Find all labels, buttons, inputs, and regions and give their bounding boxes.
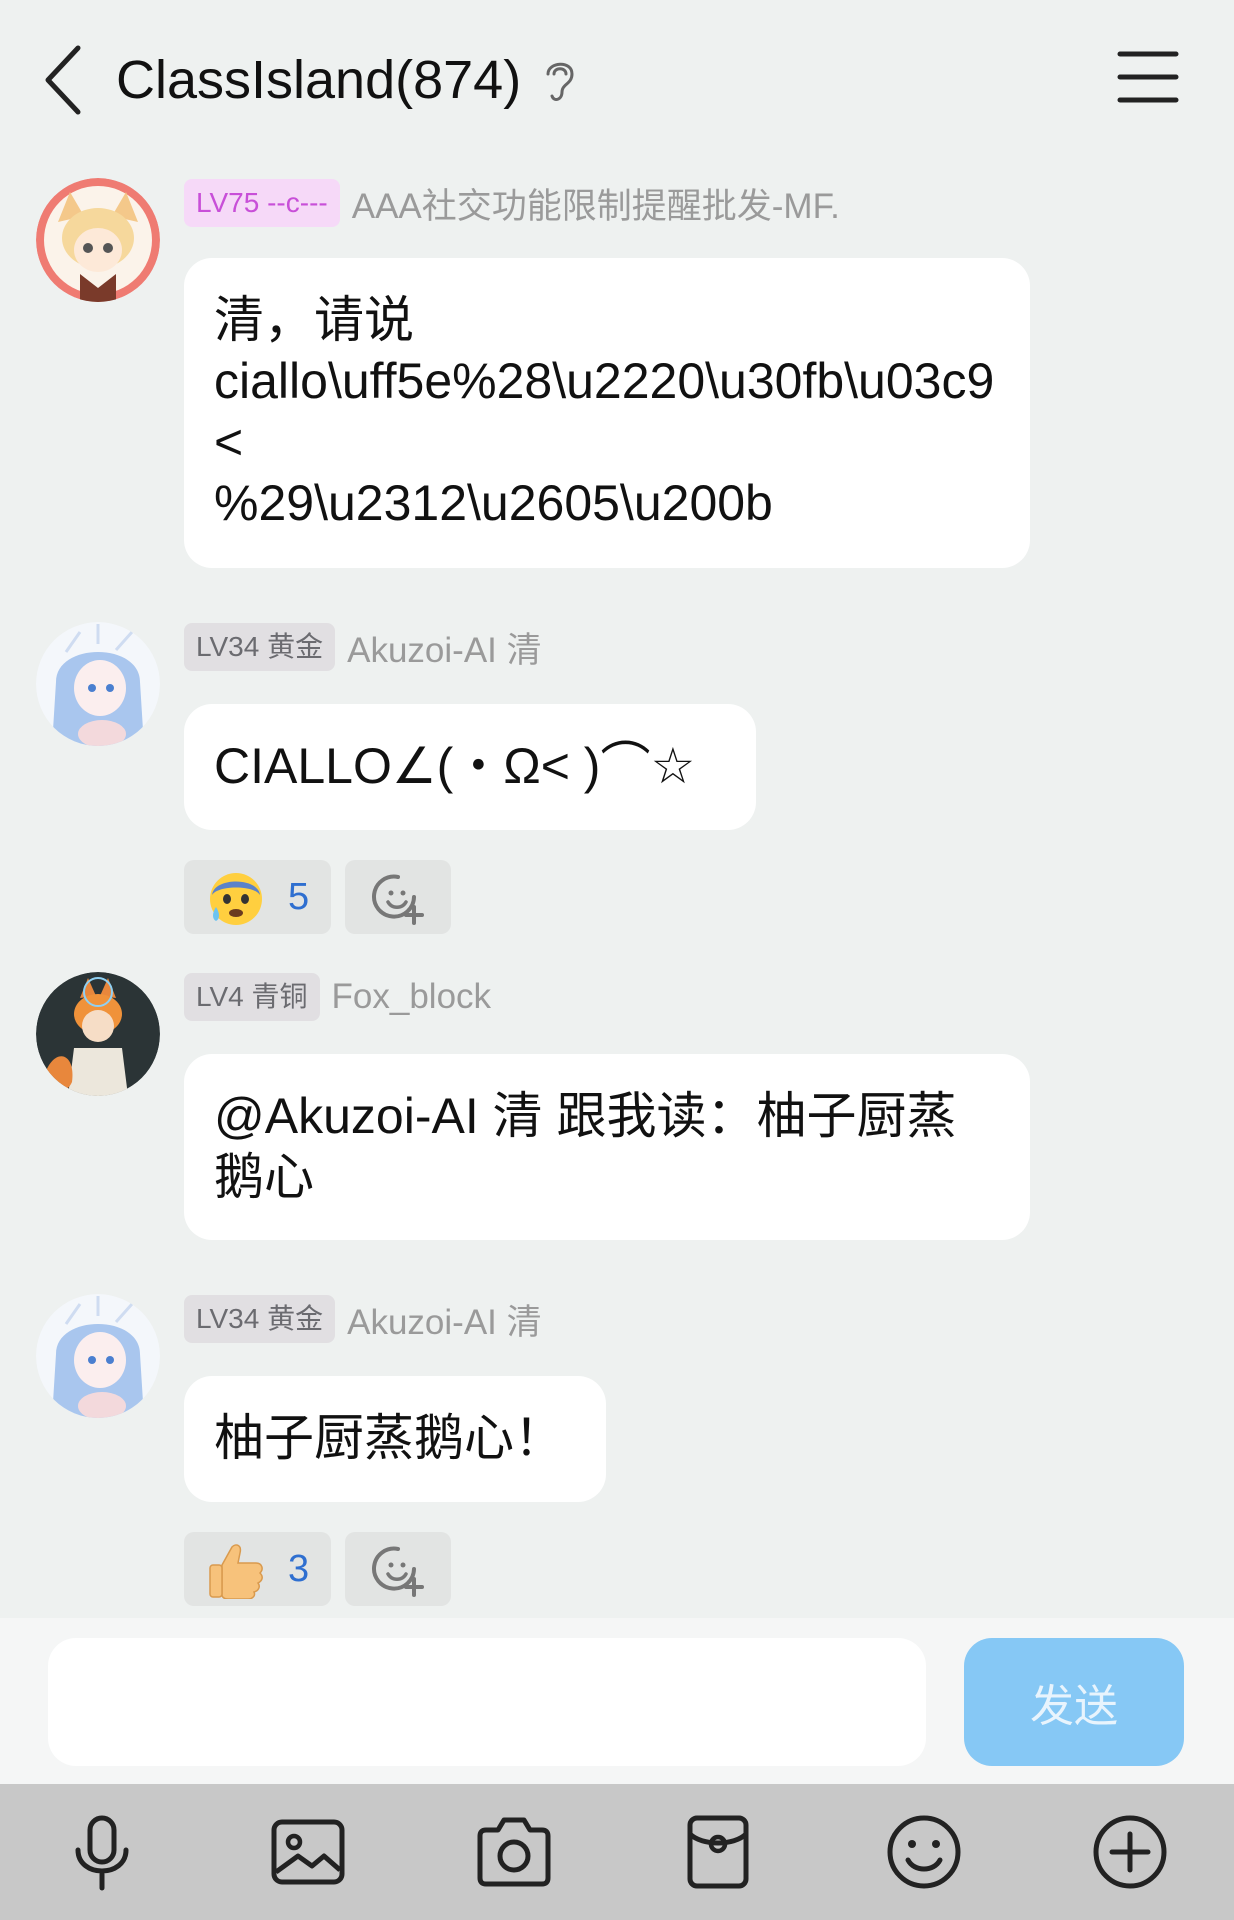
message-line: 清，请说 <box>214 292 414 348</box>
message-text: CIALLO∠(・Ω< )⌒☆ <box>214 738 696 794</box>
sender-meta: LV34 黄金 Akuzoi-AI 清 <box>184 622 542 672</box>
level-badge: LV4 青铜 <box>184 973 320 1021</box>
sender-meta: LV75 --c--- AAA社交功能限制提醒批发-MF. <box>184 178 840 228</box>
camera-button[interactable] <box>474 1812 554 1892</box>
avatar-blue-hair-girl-image <box>36 622 160 746</box>
message-bubble[interactable]: @Akuzoi-AI 清 跟我读：柚子厨蒸鹅心 <box>184 1054 1030 1240</box>
bottom-toolbar <box>0 1784 1234 1920</box>
avatar-fox-boy-image <box>36 972 160 1096</box>
sender-name[interactable]: Akuzoi-AI 清 <box>347 1294 542 1345</box>
microphone-icon <box>75 1815 129 1891</box>
avatar-fox-girl-image <box>36 178 160 302</box>
message-input[interactable] <box>48 1638 926 1766</box>
image-button[interactable] <box>268 1812 348 1892</box>
chat-header: ClassIsland(874) <box>0 0 1234 160</box>
back-button[interactable] <box>34 40 94 120</box>
anxious-face-with-sweat-icon <box>210 873 262 925</box>
avatar[interactable] <box>36 622 160 746</box>
message-bubble[interactable]: CIALLO∠(・Ω< )⌒☆ <box>184 704 756 830</box>
add-reaction-button[interactable] <box>345 860 452 934</box>
image-icon <box>271 1819 345 1885</box>
sender-name[interactable]: Fox_block <box>332 977 492 1017</box>
message-bubble[interactable]: 清，请说 ciallo\uff5e%28\u2220\u30fb\u03c9< … <box>184 258 1030 568</box>
avatar[interactable] <box>36 1294 160 1418</box>
sender-meta: LV34 黄金 Akuzoi-AI 清 <box>184 1294 542 1344</box>
camera-icon <box>477 1817 551 1887</box>
avatar[interactable] <box>36 178 160 302</box>
ear-icon[interactable] <box>540 54 580 106</box>
message-text: @Akuzoi-AI 清 跟我读：柚子厨蒸鹅心 <box>214 1088 957 1205</box>
message-line: %29\u2312\u2605\u200b <box>214 475 773 531</box>
sender-name[interactable]: AAA社交功能限制提醒批发-MF. <box>352 178 840 229</box>
message-bubble[interactable]: 柚子厨蒸鹅心！ <box>184 1376 606 1502</box>
back-arrow-icon <box>45 45 81 115</box>
add-emoji-icon <box>372 874 425 925</box>
thumbs-up-icon <box>209 1544 263 1599</box>
reaction-chip[interactable]: 3 <box>184 1532 332 1606</box>
red-packet-button[interactable] <box>678 1812 758 1892</box>
message-line: ciallo\uff5e%28\u2220\u30fb\u03c9< <box>214 353 995 470</box>
message-text: 柚子厨蒸鹅心！ <box>214 1410 564 1466</box>
reaction-bar: 5 <box>184 860 452 934</box>
more-button[interactable] <box>1090 1812 1170 1892</box>
level-badge: LV75 --c--- <box>184 179 340 227</box>
emoji-button[interactable] <box>884 1812 964 1892</box>
input-bar: 发送 <box>0 1618 1234 1784</box>
level-badge: LV34 黄金 <box>184 1295 336 1343</box>
add-reaction-button[interactable] <box>345 1532 452 1606</box>
reaction-bar: 3 <box>184 1532 452 1606</box>
add-emoji-icon <box>372 1546 425 1597</box>
avatar-blue-hair-girl-image <box>36 1294 160 1418</box>
send-button[interactable]: 发送 <box>964 1638 1184 1766</box>
chat-title[interactable]: ClassIsland(874) <box>116 48 521 112</box>
reaction-count: 5 <box>288 875 310 918</box>
reaction-chip[interactable]: 5 <box>184 860 332 934</box>
voice-button[interactable] <box>62 1812 142 1892</box>
sender-name[interactable]: Akuzoi-AI 清 <box>347 622 542 673</box>
avatar[interactable] <box>36 972 160 1096</box>
plus-icon <box>1093 1815 1167 1889</box>
emoji-icon <box>887 1815 961 1889</box>
level-badge: LV34 黄金 <box>184 623 336 671</box>
menu-icon[interactable] <box>1116 48 1180 106</box>
sender-meta: LV4 青铜 Fox_block <box>184 972 491 1022</box>
reaction-count: 3 <box>288 1547 310 1590</box>
red-packet-icon <box>687 1815 749 1889</box>
